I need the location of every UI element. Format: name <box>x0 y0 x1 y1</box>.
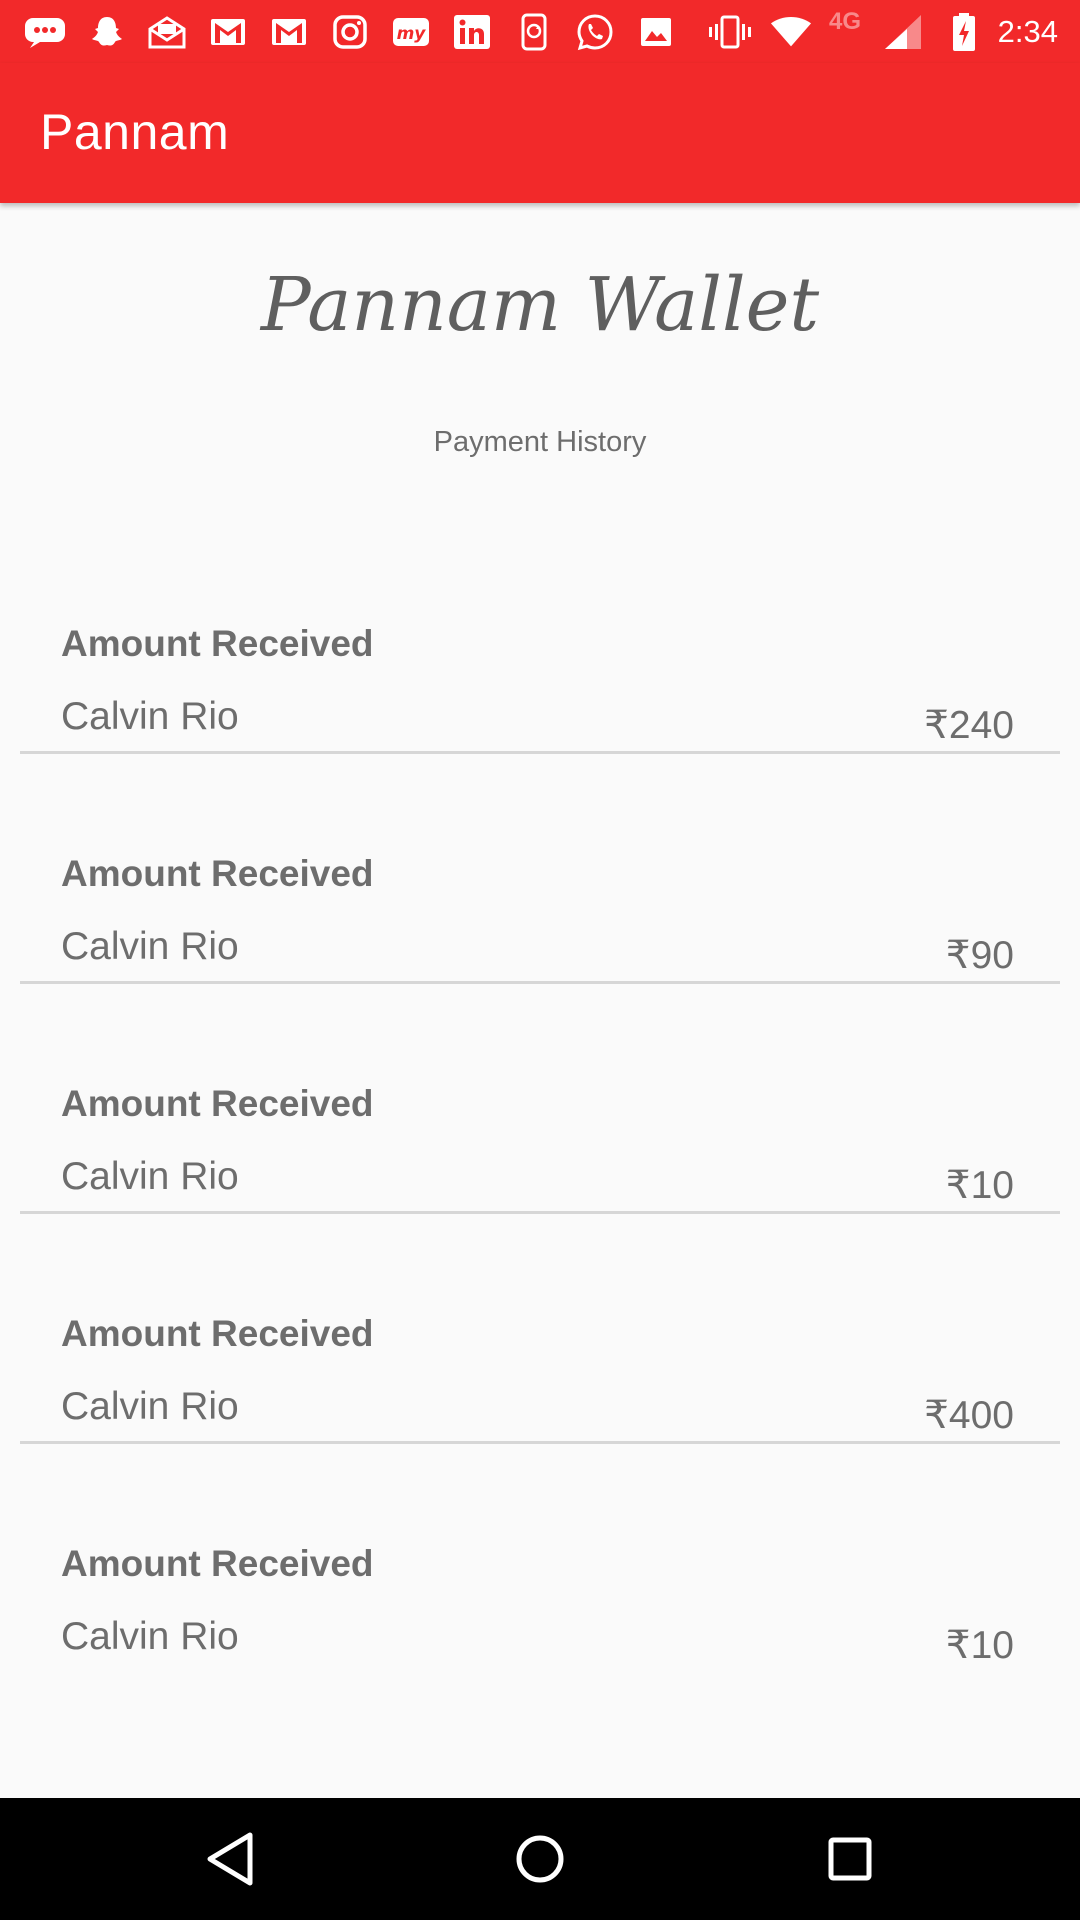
divider <box>20 981 1060 984</box>
vibrate-icon <box>709 13 751 51</box>
svg-text:my: my <box>397 24 427 44</box>
mytrip-icon: my <box>390 13 432 51</box>
phone-sync-icon <box>513 13 555 51</box>
divider <box>20 1441 1060 1444</box>
clock: 2:34 <box>997 14 1058 49</box>
transaction-type: Amount Received <box>61 1083 374 1124</box>
list-item[interactable]: Amount Received Calvin Rio ₹90 <box>0 808 1080 1038</box>
divider <box>20 1211 1060 1214</box>
network-type-label: 4G <box>829 8 862 35</box>
transaction-type: Amount Received <box>61 1543 374 1584</box>
recents-icon <box>828 1837 872 1881</box>
payer-name: Calvin Rio <box>61 1385 239 1428</box>
messages-icon <box>24 13 66 51</box>
linkedin-icon <box>451 13 493 51</box>
signal-icon <box>882 13 924 51</box>
list-item[interactable]: Amount Received Calvin Rio ₹10 <box>0 1038 1080 1268</box>
divider <box>20 751 1060 754</box>
payer-name: Calvin Rio <box>61 1155 239 1198</box>
list-item[interactable]: Amount Received Calvin Rio ₹240 <box>0 578 1080 808</box>
transaction-amount: ₹10 <box>945 1164 1014 1207</box>
list-item[interactable]: Amount Received Calvin Rio ₹10 <box>0 1498 1080 1728</box>
transaction-type: Amount Received <box>61 623 374 664</box>
transaction-amount: ₹240 <box>924 704 1014 747</box>
gmail-icon <box>268 13 310 51</box>
snapchat-icon <box>86 13 128 51</box>
navigation-bar <box>0 1798 1080 1920</box>
transaction-type: Amount Received <box>61 853 374 894</box>
app-title: Pannam <box>40 104 230 160</box>
whatsapp-icon <box>574 13 616 51</box>
payer-name: Calvin Rio <box>61 925 239 968</box>
email-open-icon <box>146 13 188 51</box>
image-icon <box>635 13 677 51</box>
transaction-amount: ₹90 <box>945 934 1014 977</box>
screen: my 4G 2:34 Pannam Pannam Wallet Payment … <box>0 0 1080 1920</box>
app-bar: Pannam <box>0 63 1080 203</box>
gmail-icon <box>207 13 249 51</box>
payment-history-list: Amount Received Calvin Rio ₹240 Amount R… <box>0 578 1080 1728</box>
back-button[interactable] <box>195 1824 265 1894</box>
payer-name: Calvin Rio <box>61 1615 239 1658</box>
status-bar: my 4G 2:34 <box>0 0 1080 63</box>
transaction-type: Amount Received <box>61 1313 374 1354</box>
transaction-amount: ₹10 <box>945 1624 1014 1667</box>
battery-charging-icon <box>943 13 985 51</box>
recents-button[interactable] <box>815 1824 885 1894</box>
wifi-icon <box>770 13 812 51</box>
payer-name: Calvin Rio <box>61 695 239 738</box>
back-icon <box>207 1832 253 1886</box>
home-icon <box>516 1835 564 1883</box>
instagram-icon <box>329 13 371 51</box>
list-item[interactable]: Amount Received Calvin Rio ₹400 <box>0 1268 1080 1498</box>
wallet-title: Pannam Wallet <box>260 262 820 348</box>
home-button[interactable] <box>505 1824 575 1894</box>
section-title: Payment History <box>433 426 647 458</box>
transaction-amount: ₹400 <box>924 1394 1014 1437</box>
